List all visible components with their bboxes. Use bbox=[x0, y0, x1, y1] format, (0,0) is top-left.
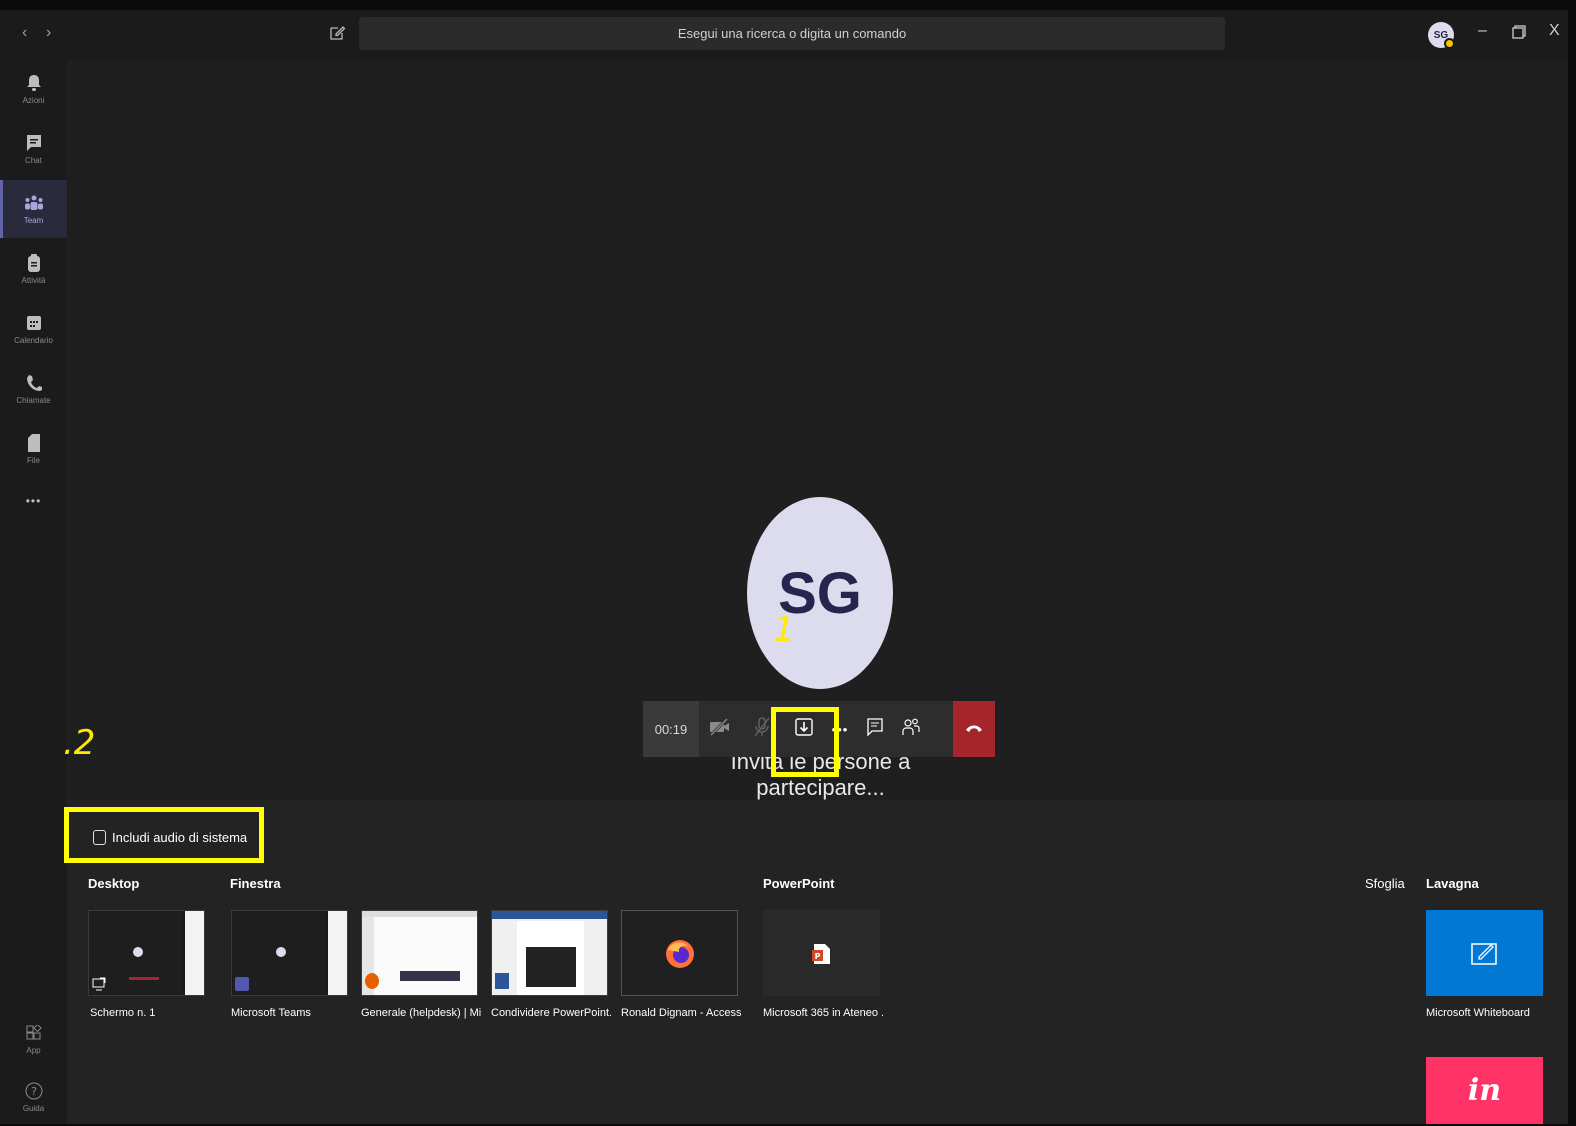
participant-avatar: SG bbox=[747, 497, 893, 689]
phone-icon bbox=[24, 373, 44, 393]
invision-logo: in bbox=[1467, 1073, 1502, 1108]
rail-item-app[interactable]: App bbox=[0, 1010, 67, 1068]
chat-icon bbox=[867, 717, 883, 741]
calendar-icon bbox=[24, 313, 44, 333]
rail-label: Team bbox=[23, 216, 44, 225]
highlight-box-1 bbox=[771, 707, 839, 777]
svg-text:?: ? bbox=[31, 1085, 37, 1098]
forward-button[interactable]: › bbox=[46, 24, 51, 42]
chat-icon bbox=[24, 133, 44, 153]
rail-more-button[interactable]: ••• bbox=[0, 486, 67, 516]
rail-label: Chat bbox=[25, 156, 42, 165]
rail-label: Azioni bbox=[22, 96, 45, 105]
teams-window: ‹ › Esegui una ricerca o digita un coman… bbox=[0, 10, 1568, 1124]
rail-label: File bbox=[27, 456, 40, 465]
call-timer: 00:19 bbox=[643, 701, 699, 757]
thumbnail-label: Microsoft 365 in Ateneo ... bbox=[763, 1007, 883, 1019]
camera-off-button[interactable] bbox=[699, 701, 741, 757]
camera-off-icon bbox=[709, 717, 731, 741]
thumbnail-label: Condividere PowerPoint.... bbox=[491, 1007, 611, 1019]
rail-label: Chiamate bbox=[16, 396, 51, 405]
window-thumbnail-teams[interactable] bbox=[231, 910, 348, 996]
rail-label: App bbox=[26, 1046, 41, 1055]
rail-label: Calendario bbox=[14, 336, 53, 345]
rail-label: Attività bbox=[21, 276, 46, 285]
mic-off-icon bbox=[754, 716, 770, 742]
restore-button[interactable] bbox=[1512, 25, 1526, 44]
thumbnail-label: Ronald Dignam - Accessi ... bbox=[621, 1007, 741, 1019]
hangup-button[interactable] bbox=[953, 701, 995, 757]
teams-icon bbox=[24, 193, 44, 213]
window-header: Finestra bbox=[230, 876, 281, 891]
annotation-1: 1 bbox=[773, 610, 795, 650]
participants-icon bbox=[902, 718, 920, 741]
thumbnail-label: Schermo n. 1 bbox=[90, 1007, 156, 1019]
rail-item-attivita[interactable]: Attività bbox=[0, 240, 67, 298]
hangup-icon bbox=[965, 720, 983, 738]
rail-item-chiamate[interactable]: Chiamate bbox=[0, 360, 67, 418]
back-button[interactable]: ‹ bbox=[22, 24, 27, 42]
help-icon: ? bbox=[24, 1081, 44, 1101]
title-bar: ‹ › Esegui una ricerca o digita un coman… bbox=[0, 10, 1568, 60]
window-thumbnail-helpdesk[interactable] bbox=[361, 910, 478, 996]
window-thumbnail-firefox[interactable] bbox=[621, 910, 738, 996]
file-icon bbox=[24, 433, 44, 453]
desktop-header: Desktop bbox=[88, 876, 140, 891]
window-thumbnail-word[interactable] bbox=[491, 910, 608, 996]
rail-item-calendario[interactable]: Calendario bbox=[0, 300, 67, 358]
whiteboard-icon bbox=[1471, 941, 1499, 970]
screen-share-icon bbox=[92, 977, 106, 995]
whiteboard-thumbnail[interactable] bbox=[1426, 910, 1543, 996]
rail-item-azioni[interactable]: Azioni bbox=[0, 60, 67, 118]
annotation-2: .2 bbox=[63, 723, 96, 763]
powerpoint-thumbnail[interactable]: P bbox=[763, 910, 880, 996]
powerpoint-header: PowerPoint bbox=[763, 876, 835, 891]
close-button[interactable]: X bbox=[1549, 22, 1560, 40]
desktop-screen-thumbnail[interactable] bbox=[88, 910, 205, 996]
bell-icon bbox=[24, 73, 44, 93]
search-input[interactable]: Esegui una ricerca o digita un comando bbox=[359, 17, 1225, 50]
rail-item-chat[interactable]: Chat bbox=[0, 120, 67, 178]
more-icon: ••• bbox=[25, 494, 42, 508]
rail-item-team[interactable]: Team bbox=[0, 180, 67, 238]
app-bar: Azioni Chat Team Attività Calendario Chi… bbox=[0, 60, 67, 1124]
thumbnail-label: Microsoft Whiteboard bbox=[1426, 1007, 1530, 1019]
thumbnail-label: Microsoft Teams bbox=[231, 1007, 311, 1019]
call-stage: SG 1 Invita le persone a partecipare... … bbox=[63, 60, 1568, 800]
svg-text:P: P bbox=[815, 952, 821, 961]
rail-label: Guida bbox=[22, 1104, 45, 1113]
thumbnail-label: Generale (helpdesk) | Mic... bbox=[361, 1007, 481, 1019]
whiteboard-header: Lavagna bbox=[1426, 876, 1479, 891]
compose-icon[interactable] bbox=[328, 24, 346, 42]
chat-button[interactable] bbox=[855, 701, 895, 757]
browse-button[interactable]: Sfoglia bbox=[1365, 876, 1405, 891]
highlight-box-2 bbox=[64, 807, 264, 863]
assignments-icon bbox=[24, 253, 44, 273]
invision-thumbnail[interactable]: in bbox=[1426, 1057, 1543, 1124]
participants-button[interactable] bbox=[895, 701, 927, 757]
rail-item-guida[interactable]: ? Guida bbox=[0, 1068, 67, 1126]
rail-item-file[interactable]: File bbox=[0, 420, 67, 478]
apps-icon bbox=[24, 1023, 44, 1043]
firefox-icon bbox=[664, 938, 696, 975]
status-badge bbox=[1444, 38, 1455, 49]
powerpoint-icon: P bbox=[812, 943, 832, 970]
minimize-button[interactable]: – bbox=[1478, 22, 1487, 40]
share-tray: Includi audio di sistema Desktop Finestr… bbox=[64, 800, 1568, 1124]
